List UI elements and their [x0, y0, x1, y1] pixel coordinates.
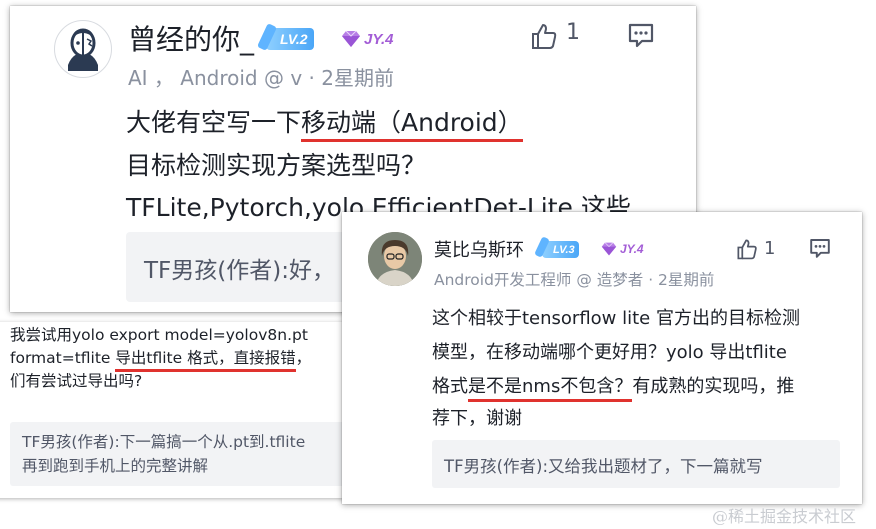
- username[interactable]: 曾经的你_: [128, 18, 254, 58]
- like-thumb-icon[interactable]: [736, 238, 758, 260]
- diamond-icon: [342, 30, 360, 47]
- comment-text-line: 格式是不是nms不包含？有成熟的实现吗，推: [432, 372, 794, 402]
- comment-bubble-icon[interactable]: [626, 20, 656, 50]
- author-reply[interactable]: TF男孩(作者):下一篇搞一个从.pt到.tflite 再到跑到手机上的完整讲解: [10, 422, 344, 486]
- jy-badge: JY.4: [600, 240, 644, 258]
- comment-meta: Android开发工程师 @ 造梦者 · 2星期前: [434, 271, 715, 289]
- comment-text-line: 荐下，谢谢: [432, 408, 522, 429]
- comment-text-line: 这个相较于tensorflow lite 官方出的目标检测: [432, 308, 800, 329]
- diamond-icon: [601, 242, 617, 256]
- like-count: 1: [764, 238, 776, 259]
- watermark: @稀土掘金技术社区: [712, 507, 857, 526]
- comment-bubble-icon[interactable]: [808, 236, 832, 260]
- user-avatar[interactable]: [368, 232, 422, 286]
- highlight-underline: 导出tflite 格式，直接报错: [115, 349, 296, 372]
- highlight-underline: 是不是nms不包含？: [468, 376, 633, 402]
- comment-text-line: 大佬有空写一下移动端（Android）: [126, 103, 523, 142]
- jy-badge: JY.4: [340, 28, 393, 50]
- reply-text: TF男孩(作者):又给我出题材了，下一篇就写: [444, 457, 763, 476]
- level-badge: LV.3: [534, 236, 579, 258]
- reply-text: TF男孩(作者):下一篇搞一个从.pt到.tflite 再到跑到手机上的完整讲解: [22, 433, 306, 475]
- comment-text-line: 目标检测实现方案选型吗？: [126, 151, 427, 180]
- highlight-underline: 移动端（Android）: [301, 108, 523, 142]
- user-avatar[interactable]: [54, 20, 112, 78]
- comment-meta: AI ， Android @ v · 2星期前: [128, 66, 394, 90]
- comment-card-3: 莫比乌斯环 LV.3 JY.4 1 Android开发工程师 @ 造梦者 · 2…: [342, 212, 862, 504]
- comment-text: 我尝试用yolo export model=yolov8n.pt format=…: [10, 326, 312, 390]
- author-reply[interactable]: TF男孩(作者):又给我出题材了，下一篇就写: [432, 440, 840, 488]
- level-badge: LV.2: [256, 23, 314, 51]
- like-thumb-icon[interactable]: [530, 22, 558, 50]
- comment-text-line: 模型，在移动端哪个更好用？yolo 导出tflite: [432, 342, 787, 363]
- comment-card-2: 我尝试用yolo export model=yolov8n.pt format=…: [0, 322, 344, 498]
- like-count: 1: [566, 20, 580, 45]
- username[interactable]: 莫比乌斯环: [434, 236, 524, 262]
- reply-text: TF男孩(作者):好，: [144, 258, 335, 284]
